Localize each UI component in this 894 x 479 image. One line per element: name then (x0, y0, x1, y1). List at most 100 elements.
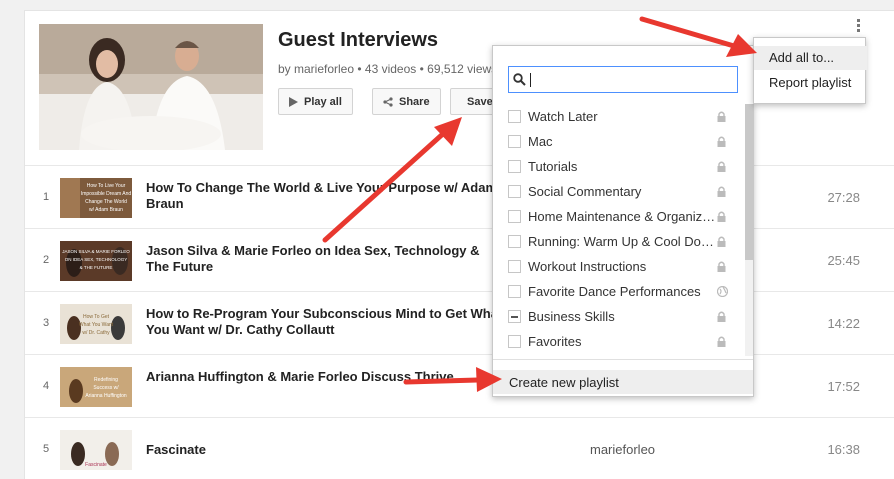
playlist-option-mac[interactable]: Mac (493, 129, 745, 154)
share-label: Share (399, 95, 430, 108)
playlist-name: Running: Warm Up & Cool Down (528, 234, 716, 249)
play-icon (289, 96, 298, 107)
playlist-meta: by marieforleo • 43 videos • 69,512 view… (278, 62, 498, 76)
playlist-search-input[interactable] (508, 66, 738, 93)
playlist-option-home-maintenance[interactable]: Home Maintenance & Organization (493, 204, 745, 229)
playlist-checkbox[interactable] (508, 210, 521, 223)
video-title[interactable]: How To Change The World & Live Your Purp… (146, 180, 506, 212)
playlist-list: Watch Later Mac Tutorials Social Comment… (493, 104, 745, 354)
play-all-button[interactable]: Play all (278, 88, 353, 115)
playlist-name: Home Maintenance & Organization (528, 209, 716, 224)
video-thumbnail[interactable]: Fascinate (60, 430, 132, 470)
menu-item-add-all[interactable]: Add all to... (754, 46, 867, 70)
video-list: 1 How To Live Your Impossible Dream And … (25, 166, 894, 479)
video-thumbnail-image: Redefining Success w/ Arianna Huffington (60, 367, 132, 407)
playlist-option-dance[interactable]: Favorite Dance Performances (493, 279, 745, 304)
lock-icon (717, 160, 726, 175)
thumb-text: How To Get (83, 314, 110, 320)
share-icon (383, 96, 393, 107)
table-row[interactable]: 4 Redefining Success w/ Arianna Huffingt… (25, 355, 894, 418)
menu-item-report-playlist[interactable]: Report playlist (754, 71, 867, 95)
video-title[interactable]: How to Re-Program Your Subconscious Mind… (146, 306, 506, 338)
video-title[interactable]: Arianna Huffington & Marie Forleo Discus… (146, 369, 506, 385)
playlist-option-tutorials[interactable]: Tutorials (493, 154, 745, 179)
video-thumbnail-image: How To Live Your Impossible Dream And Ch… (60, 178, 132, 218)
thumb-text: Redefining (94, 377, 118, 383)
playlist-name: Watch Later (528, 109, 598, 124)
video-title[interactable]: Fascinate (146, 442, 506, 458)
lock-icon (717, 185, 726, 200)
thumb-text: ON IDEA SEX, TECHNOLOGY (65, 257, 127, 262)
create-new-playlist-button[interactable]: Create new playlist (493, 370, 753, 394)
video-duration: 16:38 (827, 442, 860, 457)
thumb-text: Fascinate (85, 462, 107, 468)
lock-icon (717, 135, 726, 150)
playlist-name: Favorite Dance Performances (528, 284, 701, 299)
thumb-text: JASON SILVA & MARIE FORLEO (62, 249, 130, 254)
playlist-option-workout[interactable]: Workout Instructions (493, 254, 745, 279)
playlist-title: Guest Interviews (278, 29, 439, 51)
play-all-label: Play all (304, 95, 342, 108)
video-index: 1 (43, 191, 50, 203)
lock-icon (717, 310, 726, 325)
video-thumbnail[interactable]: How To Live Your Impossible Dream And Ch… (60, 178, 132, 218)
table-row[interactable]: 3 How To Get What You Want w/ Dr. Cathy … (25, 292, 894, 355)
playlist-checkbox-mixed[interactable] (508, 310, 521, 323)
video-thumbnail[interactable]: How To Get What You Want w/ Dr. Cathy (60, 304, 132, 344)
playlist-option-watch-later[interactable]: Watch Later (493, 104, 745, 129)
lock-icon (717, 110, 726, 125)
thumb-text: Success w/ (93, 385, 119, 391)
table-row[interactable]: 1 How To Live Your Impossible Dream And … (25, 166, 894, 229)
playlist-checkbox[interactable] (508, 110, 521, 123)
playlist-checkbox[interactable] (508, 260, 521, 273)
thumb-text: What You Want (79, 322, 114, 328)
text-caret (530, 73, 531, 87)
video-thumbnail-image: JASON SILVA & MARIE FORLEO ON IDEA SEX, … (60, 241, 132, 281)
thumb-text: Change The World (85, 199, 127, 205)
playlist-name: Social Commentary (528, 184, 642, 199)
table-row[interactable]: 2 JASON SILVA & MARIE FORLEO ON IDEA SEX… (25, 229, 894, 292)
save-label: Save (467, 95, 493, 108)
add-to-playlist-dropdown: Watch Later Mac Tutorials Social Comment… (492, 45, 754, 397)
thumb-text: w/ Adam Braun (89, 207, 123, 213)
lock-icon (717, 260, 726, 275)
playlist-option-social-commentary[interactable]: Social Commentary (493, 179, 745, 204)
thumb-text: How To Live Your (87, 183, 126, 189)
video-duration: 25:45 (827, 253, 860, 268)
save-button[interactable]: Save (450, 88, 494, 115)
lock-icon (717, 235, 726, 250)
lock-icon (717, 210, 726, 225)
more-options-icon[interactable] (853, 18, 863, 36)
playlist-thumbnail-image (39, 24, 263, 150)
dropdown-divider (493, 359, 753, 360)
video-index: 4 (43, 380, 50, 392)
video-owner[interactable]: marieforleo (590, 442, 655, 457)
playlist-option-favorites[interactable]: Favorites (493, 329, 745, 354)
lock-icon (717, 335, 726, 350)
video-thumbnail-image: How To Get What You Want w/ Dr. Cathy (60, 304, 132, 344)
playlist-option-business-skills[interactable]: Business Skills (493, 304, 745, 329)
video-title[interactable]: Jason Silva & Marie Forleo on Idea Sex, … (146, 243, 506, 275)
playlist-checkbox[interactable] (508, 160, 521, 173)
search-icon (513, 73, 526, 86)
playlist-name: Mac (528, 134, 553, 149)
video-index: 3 (43, 317, 50, 329)
playlist-name: Favorites (528, 334, 582, 349)
playlist-checkbox[interactable] (508, 135, 521, 148)
video-thumbnail[interactable]: JASON SILVA & MARIE FORLEO ON IDEA SEX, … (60, 241, 132, 281)
table-row[interactable]: 5 Fascinate Fascinate marieforleo 16:38 (25, 418, 894, 479)
playlist-checkbox[interactable] (508, 235, 521, 248)
video-thumbnail[interactable]: Redefining Success w/ Arianna Huffington (60, 367, 132, 407)
share-button[interactable]: Share (372, 88, 441, 115)
scrollbar-thumb[interactable] (745, 104, 753, 260)
playlist-checkbox[interactable] (508, 285, 521, 298)
thumb-text: Arianna Huffington (85, 393, 127, 399)
playlist-checkbox[interactable] (508, 335, 521, 348)
video-index: 2 (43, 254, 50, 266)
playlist-thumbnail[interactable] (39, 24, 263, 150)
thumb-text: Impossible Dream And (81, 191, 132, 197)
video-index: 5 (43, 443, 50, 455)
playlist-checkbox[interactable] (508, 185, 521, 198)
video-thumbnail-image: Fascinate (60, 430, 132, 470)
playlist-option-running[interactable]: Running: Warm Up & Cool Down (493, 229, 745, 254)
